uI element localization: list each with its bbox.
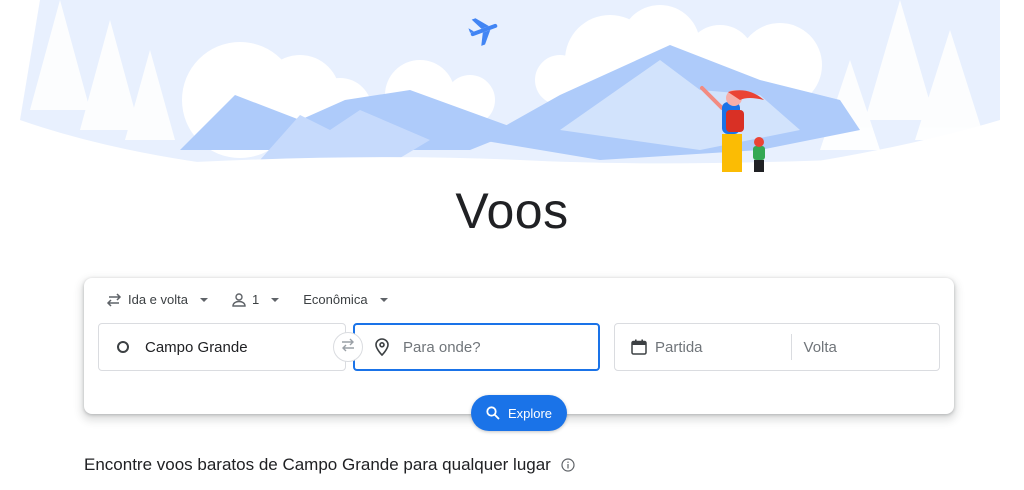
chevron-down-icon: [379, 297, 388, 302]
location-pin-icon: [375, 338, 389, 356]
origin-field[interactable]: Campo Grande: [98, 323, 346, 371]
destination-input[interactable]: Para onde?: [403, 339, 481, 356]
passengers-select[interactable]: 1: [232, 292, 280, 307]
chevron-down-icon: [271, 297, 280, 302]
calendar-icon: [631, 339, 647, 355]
cabin-class-label: Econômica: [303, 292, 368, 307]
section-heading: Encontre voos baratos de Campo Grande pa…: [84, 455, 575, 475]
search-icon: [486, 406, 508, 420]
section-heading-text: Encontre voos baratos de Campo Grande pa…: [84, 455, 551, 474]
roundtrip-icon: [106, 292, 122, 307]
departure-input[interactable]: Partida: [655, 339, 703, 356]
passengers-count: 1: [252, 292, 260, 307]
swap-icon: [340, 338, 356, 357]
swap-button[interactable]: [333, 332, 363, 362]
info-icon[interactable]: [561, 458, 575, 472]
destination-field[interactable]: Para onde?: [353, 323, 600, 371]
trip-type-label: Ida e volta: [128, 292, 188, 307]
origin-value: Campo Grande: [145, 338, 248, 356]
flight-search-card: Ida e volta 1 Econômica Campo Grande Par…: [84, 278, 954, 431]
dates-field: Partida Volta: [614, 323, 940, 371]
date-divider: [790, 334, 792, 360]
return-input[interactable]: Volta: [804, 339, 837, 356]
origin-circle-icon: [117, 341, 129, 353]
hero-illustration: [0, 0, 1024, 195]
chevron-down-icon: [200, 297, 208, 302]
explore-label: Explore: [507, 405, 553, 421]
cabin-class-select[interactable]: Econômica: [303, 292, 388, 307]
page-title: Voos: [455, 183, 569, 239]
trip-options: Ida e volta 1 Econômica: [106, 292, 412, 307]
person-icon: [232, 292, 246, 307]
explore-button[interactable]: Explore: [471, 395, 567, 431]
trip-type-select[interactable]: Ida e volta: [106, 292, 208, 307]
